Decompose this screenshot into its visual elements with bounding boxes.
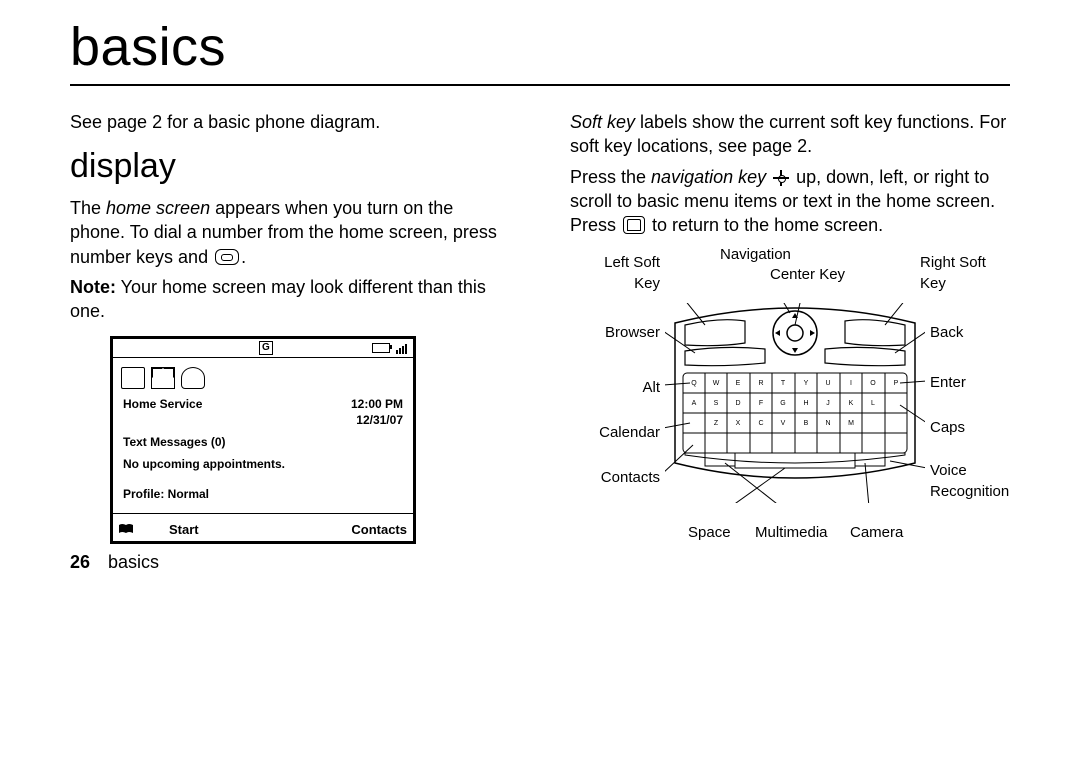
- right-softkey-label: Contacts: [351, 521, 407, 539]
- label-center-key: Center Key: [770, 265, 845, 285]
- svg-text:D: D: [735, 400, 740, 407]
- text: to return to the home screen.: [647, 215, 883, 235]
- display-heading: display: [70, 144, 510, 190]
- contacts-shortcut-icon: [181, 367, 205, 389]
- label-right-soft-key: Right Soft Key: [920, 253, 986, 294]
- home-key-icon: [623, 216, 645, 234]
- softkey-bar: Start Contacts: [113, 518, 413, 542]
- windows-icon: [119, 523, 133, 535]
- softkey-paragraph: Soft key labels show the current soft ke…: [570, 110, 1010, 159]
- label-back: Back: [930, 323, 963, 343]
- soft-key-term: Soft key: [570, 112, 635, 132]
- label-left-soft-key: Left Soft Key: [570, 253, 660, 294]
- nav-key-paragraph: Press the navigation key up, down, left,…: [570, 165, 1010, 238]
- keyboard-svg: Q W E R T Y U I O P A S D F G H J K L Z X C V B N M: [665, 303, 925, 503]
- svg-text:Y: Y: [804, 380, 809, 387]
- home-screen-paragraph: The home screen appears when you turn on…: [70, 196, 510, 269]
- label-calendar: Calendar: [570, 423, 660, 443]
- label-space: Space: [688, 523, 731, 543]
- svg-text:X: X: [736, 420, 741, 427]
- call-key-icon: [215, 249, 239, 265]
- svg-text:L: L: [871, 400, 875, 407]
- text: .: [241, 247, 246, 267]
- signal-icon: [396, 342, 407, 354]
- svg-text:P: P: [894, 380, 899, 387]
- intro-text: See page 2 for a basic phone diagram.: [70, 110, 510, 134]
- appointments: No upcoming appointments.: [123, 456, 403, 472]
- battery-icon: [372, 343, 390, 353]
- profile-status: Profile: Normal: [123, 486, 403, 502]
- navigation-key-icon: [773, 170, 789, 186]
- svg-text:Q: Q: [691, 380, 697, 387]
- svg-text:I: I: [850, 380, 852, 387]
- text: Press the: [570, 167, 651, 187]
- svg-text:S: S: [714, 400, 719, 407]
- clock: 12:00 PM: [351, 396, 403, 412]
- page-footer: 26 basics: [70, 550, 510, 574]
- network-indicator: G: [259, 341, 273, 355]
- settings-shortcut-icon: [121, 367, 145, 389]
- label-browser: Browser: [570, 323, 660, 343]
- date: 12/31/07: [356, 412, 403, 428]
- label-navigation: Navigation: [720, 245, 791, 265]
- title-rule: [70, 84, 1010, 86]
- home-screen-term: home screen: [106, 198, 210, 218]
- svg-text:E: E: [736, 380, 741, 387]
- text: labels show the current soft key functio…: [570, 112, 1006, 156]
- page-number: 26: [70, 550, 90, 574]
- label-enter: Enter: [930, 373, 966, 393]
- svg-text:B: B: [804, 420, 809, 427]
- left-softkey-label: Start: [163, 521, 351, 539]
- page-title: basics: [70, 16, 1010, 78]
- note-label: Note:: [70, 277, 116, 297]
- left-column: See page 2 for a basic phone diagram. di…: [70, 104, 510, 583]
- phone-mockup: G Home Service 12:00 PM 12/31/07 Text Me…: [110, 336, 416, 544]
- svg-text:V: V: [781, 420, 786, 427]
- svg-text:C: C: [758, 420, 763, 427]
- svg-text:T: T: [781, 380, 786, 387]
- label-camera: Camera: [850, 523, 903, 543]
- footer-section: basics: [108, 550, 159, 574]
- note-text: Your home screen may look different than…: [70, 277, 486, 321]
- messages-count: Text Messages (0): [123, 434, 403, 450]
- svg-text:U: U: [825, 380, 830, 387]
- keyboard-diagram: Left Soft Key Navigation Center Key Righ…: [570, 243, 1010, 583]
- svg-text:H: H: [803, 400, 808, 407]
- navigation-key-term: navigation key: [651, 167, 766, 187]
- messages-shortcut-icon: [151, 367, 175, 389]
- svg-text:R: R: [758, 380, 763, 387]
- label-alt: Alt: [570, 378, 660, 398]
- svg-text:K: K: [849, 400, 854, 407]
- svg-text:J: J: [826, 400, 830, 407]
- svg-text:G: G: [780, 400, 785, 407]
- svg-text:W: W: [713, 380, 720, 387]
- status-bar: G: [113, 339, 413, 358]
- text: The: [70, 198, 106, 218]
- svg-text:Z: Z: [714, 420, 719, 427]
- label-contacts: Contacts: [570, 468, 660, 488]
- svg-text:N: N: [825, 420, 830, 427]
- label-voice-recognition: Voice Recognition: [930, 461, 1009, 502]
- svg-text:F: F: [759, 400, 763, 407]
- svg-text:O: O: [870, 380, 876, 387]
- carrier-label: Home Service: [123, 396, 202, 412]
- label-multimedia: Multimedia: [755, 523, 828, 543]
- label-caps: Caps: [930, 418, 965, 438]
- right-column: Soft key labels show the current soft ke…: [570, 104, 1010, 583]
- svg-text:M: M: [848, 420, 854, 427]
- note-paragraph: Note: Your home screen may look differen…: [70, 275, 510, 324]
- shortcut-icons: [113, 358, 413, 394]
- svg-text:A: A: [692, 400, 697, 407]
